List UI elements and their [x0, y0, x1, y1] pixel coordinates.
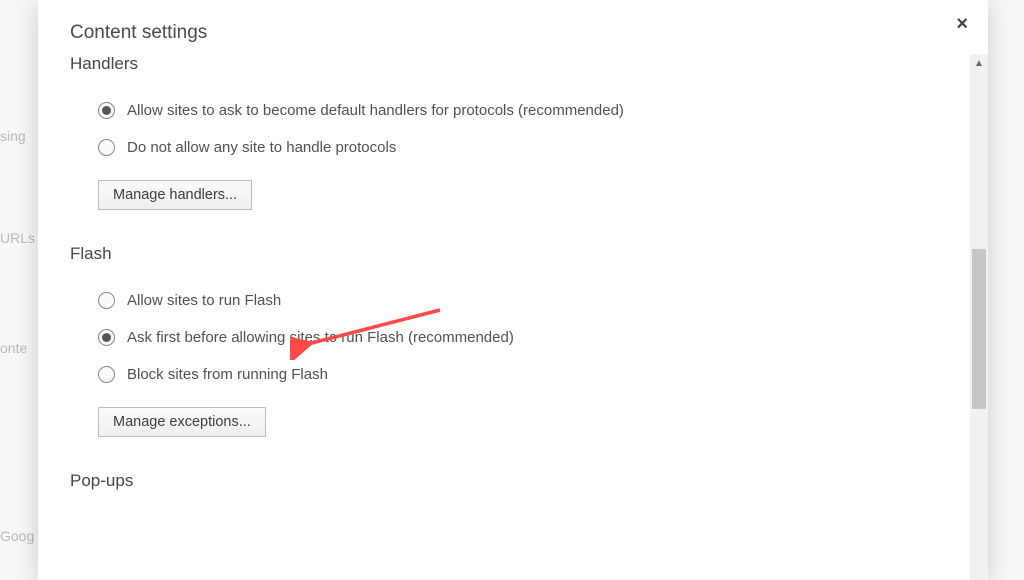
section-heading-flash: Flash	[70, 244, 964, 264]
radio-handlers-allow[interactable]: Allow sites to ask to become default han…	[70, 92, 964, 129]
bg-text: Goog	[0, 528, 34, 544]
radio-icon	[98, 366, 115, 383]
radio-icon	[98, 292, 115, 309]
bg-text: URLs	[0, 230, 35, 246]
radio-label: Block sites from running Flash	[127, 366, 328, 383]
section-heading-handlers: Handlers	[70, 54, 964, 74]
dialog-scroll-area: Handlers Allow sites to ask to become de…	[70, 54, 964, 580]
scrollbar-thumb[interactable]	[972, 249, 986, 409]
radio-handlers-disallow[interactable]: Do not allow any site to handle protocol…	[70, 129, 964, 166]
content-settings-dialog: Content settings × Handlers Allow sites …	[38, 0, 988, 580]
manage-exceptions-button[interactable]: Manage exceptions...	[98, 407, 266, 437]
scroll-up-icon[interactable]: ▲	[970, 54, 988, 72]
radio-icon	[98, 329, 115, 346]
radio-icon	[98, 139, 115, 156]
radio-flash-allow[interactable]: Allow sites to run Flash	[70, 282, 964, 319]
radio-flash-ask-first[interactable]: Ask first before allowing sites to run F…	[70, 319, 964, 356]
bg-text: sing	[0, 128, 26, 144]
radio-label: Allow sites to ask to become default han…	[127, 102, 624, 119]
bg-text: onte	[0, 340, 27, 356]
radio-label: Ask first before allowing sites to run F…	[127, 329, 514, 346]
radio-label: Allow sites to run Flash	[127, 292, 281, 309]
radio-label: Do not allow any site to handle protocol…	[127, 139, 396, 156]
manage-handlers-button[interactable]: Manage handlers...	[98, 180, 252, 210]
dialog-title: Content settings	[70, 22, 956, 44]
radio-flash-block[interactable]: Block sites from running Flash	[70, 356, 964, 393]
section-heading-popups: Pop-ups	[70, 471, 964, 491]
close-icon[interactable]: ×	[956, 14, 968, 34]
scrollbar-track[interactable]: ▲	[970, 54, 988, 580]
radio-icon	[98, 102, 115, 119]
